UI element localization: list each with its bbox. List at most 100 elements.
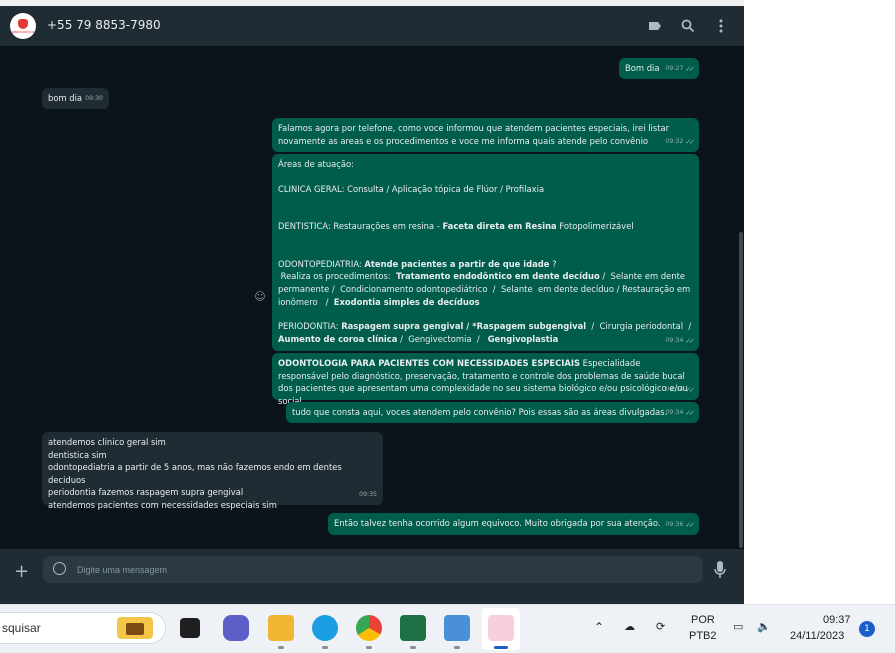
message-time: 09:34 ✓✓	[665, 384, 695, 397]
teams-icon[interactable]	[223, 615, 249, 641]
bold-span: Raspagem supra gengival / *Raspagem subg…	[341, 321, 587, 332]
search-text: squisar	[2, 621, 41, 635]
search-icon[interactable]	[678, 16, 698, 36]
message-time: 09:32 ✓✓	[665, 136, 695, 149]
area-clinica-geral: CLINICA GERAL: Consulta / Aplicação tópi…	[278, 183, 545, 194]
read-ticks-icon: ✓✓	[685, 138, 695, 147]
text-span: DENTISTICA: Restaurações em resina -	[278, 221, 443, 232]
chat-header: odontoclínico +55 79 8853-7980	[0, 6, 744, 46]
active-indicator	[494, 646, 508, 649]
notification-badge[interactable]: 1	[859, 621, 875, 637]
area-dentistica: DENTISTICA: Restaurações em resina - Fac…	[278, 220, 696, 233]
message-time: 09:36 ✓✓	[665, 519, 695, 532]
snipping-tool-icon[interactable]	[488, 615, 514, 641]
label-icon[interactable]	[645, 16, 665, 36]
file-explorer-icon[interactable]	[268, 615, 294, 641]
message-incoming[interactable]: atendemos clinico geral sim dentistica s…	[42, 432, 383, 510]
message-text: bom dia	[48, 93, 83, 103]
message-time: 09:27 ✓✓	[665, 63, 695, 76]
bold-span: ODONTOLOGIA PARA PACIENTES COM NECESSIDA…	[278, 358, 580, 368]
contact-name[interactable]: +55 79 8853-7980	[47, 18, 161, 32]
message-text: Bom dia	[625, 63, 660, 73]
running-indicator	[278, 646, 284, 649]
taskbar-search[interactable]: squisar	[0, 612, 166, 644]
message-text: ODONTOLOGIA PARA PACIENTES COM NECESSIDA…	[278, 357, 692, 407]
read-ticks-icon: ✓✓	[685, 337, 695, 346]
show-hidden-icons-icon[interactable]: ⌃	[594, 620, 604, 634]
message-time: 09:34 ✓✓	[665, 407, 695, 420]
areas-text: Áreas de atuação: CLINICA GERAL: Consult…	[278, 158, 696, 345]
message-line: atendemos clinico geral sim	[48, 437, 166, 447]
time-text: 09:32	[665, 138, 684, 146]
message-outgoing[interactable]: ODONTOLOGIA PARA PACIENTES COM NECESSIDA…	[272, 353, 699, 406]
cloud-offline-icon[interactable]: ☁	[624, 620, 635, 633]
chrome-icon[interactable]	[356, 615, 382, 641]
scrollbar-thumb[interactable]	[739, 232, 743, 548]
running-indicator	[410, 646, 416, 649]
message-line: periodontia fazemos raspagem supra gengi…	[48, 487, 244, 498]
time-text: 09:34	[665, 337, 684, 345]
area-odontopediatria-procedures: Realiza os procedimentos: Tratamento end…	[278, 270, 696, 308]
whatsapp-window: odontoclínico +55 79 8853-7980 Bom dia 0…	[0, 0, 744, 604]
message-time: 09:34 ✓✓	[665, 335, 695, 348]
bold-span: Atende pacientes a partir de que idade	[364, 258, 550, 269]
time-text: 09:36	[665, 521, 684, 529]
message-input-box[interactable]	[43, 556, 703, 583]
message-input[interactable]	[77, 556, 677, 583]
time-text: 09:27	[665, 65, 684, 73]
area-periodontia: PERIODONTIA: Raspagem supra gengival / *…	[278, 320, 696, 345]
message-line: atendemos pacientes com necessidades esp…	[48, 499, 277, 510]
read-ticks-icon: ✓✓	[685, 386, 695, 395]
time-text: 09:34	[665, 409, 684, 417]
language-bottom[interactable]: PTB2	[689, 630, 717, 642]
areas-heading: Áreas de atuação:	[278, 159, 354, 169]
text-span: ?	[549, 258, 557, 269]
text-span: Fotopolimerizável	[556, 221, 634, 232]
area-odontopediatria: ODONTOPEDIATRIA: Atende pacientes a part…	[278, 258, 696, 271]
text-span: ODONTOPEDIATRIA:	[278, 258, 365, 269]
bold-span: Faceta direta em Resina	[442, 221, 557, 232]
attach-plus-icon[interactable]: +	[14, 561, 29, 582]
avatar[interactable]: odontoclínico	[10, 13, 36, 39]
tooth-logo-icon	[18, 19, 28, 29]
edge-icon[interactable]	[312, 615, 338, 641]
text-span: PERIODONTIA:	[278, 321, 342, 332]
volume-icon[interactable]: 🔈	[757, 620, 771, 633]
bold-span: Aumento de coroa clínica	[278, 333, 398, 344]
microphone-icon[interactable]	[714, 561, 726, 583]
briefcase-icon[interactable]	[117, 617, 153, 639]
emoji-icon[interactable]	[53, 562, 66, 575]
message-time: 09:35	[359, 491, 377, 499]
running-indicator	[322, 646, 328, 649]
time-text: 09:34	[665, 386, 684, 394]
read-ticks-icon: ✓✓	[685, 65, 695, 74]
notepad-icon[interactable]	[444, 615, 470, 641]
message-outgoing[interactable]: Falamos agora por telefone, como voce in…	[272, 118, 699, 152]
message-outgoing-areas[interactable]: Áreas de atuação: CLINICA GERAL: Consult…	[272, 154, 699, 351]
reaction-emoji-icon[interactable]: ☺	[253, 290, 267, 304]
task-view-icon[interactable]	[180, 618, 200, 638]
clock-date[interactable]: 24/11/2023	[790, 630, 844, 642]
running-indicator	[454, 646, 460, 649]
running-indicator	[366, 646, 372, 649]
text-span: / Cirurgia periodontal /	[586, 321, 697, 332]
message-list[interactable]: Bom dia 09:27 ✓✓ bom dia 09:30 Falamos ag…	[0, 46, 744, 549]
message-outgoing[interactable]: tudo que consta aqui, voces atendem pelo…	[286, 402, 699, 423]
message-line: odontopediatria a partir de 5 anos, mas …	[48, 462, 342, 485]
message-text: Falamos agora por telefone, como voce in…	[278, 123, 672, 146]
network-icon[interactable]: ▭	[733, 620, 743, 633]
avatar-logo-text: odontoclínico	[11, 30, 35, 34]
read-ticks-icon: ✓✓	[685, 521, 695, 530]
message-outgoing[interactable]: Então talvez tenha ocorrido algum equivo…	[328, 513, 699, 535]
language-top[interactable]: POR	[691, 614, 715, 626]
excel-icon[interactable]	[400, 615, 426, 641]
menu-icon[interactable]	[711, 16, 731, 36]
message-line: dentistica sim	[48, 449, 107, 460]
composer-bar: +	[0, 549, 744, 604]
sync-icon[interactable]: ⟳	[656, 620, 665, 633]
clock-time[interactable]: 09:37	[823, 614, 851, 626]
text-span: Realiza os procedimentos:	[278, 271, 397, 282]
message-incoming[interactable]: bom dia 09:30	[42, 88, 109, 109]
bold-span: Exodontia simples de decíduos	[333, 296, 480, 307]
message-outgoing[interactable]: Bom dia 09:27 ✓✓	[619, 58, 699, 79]
